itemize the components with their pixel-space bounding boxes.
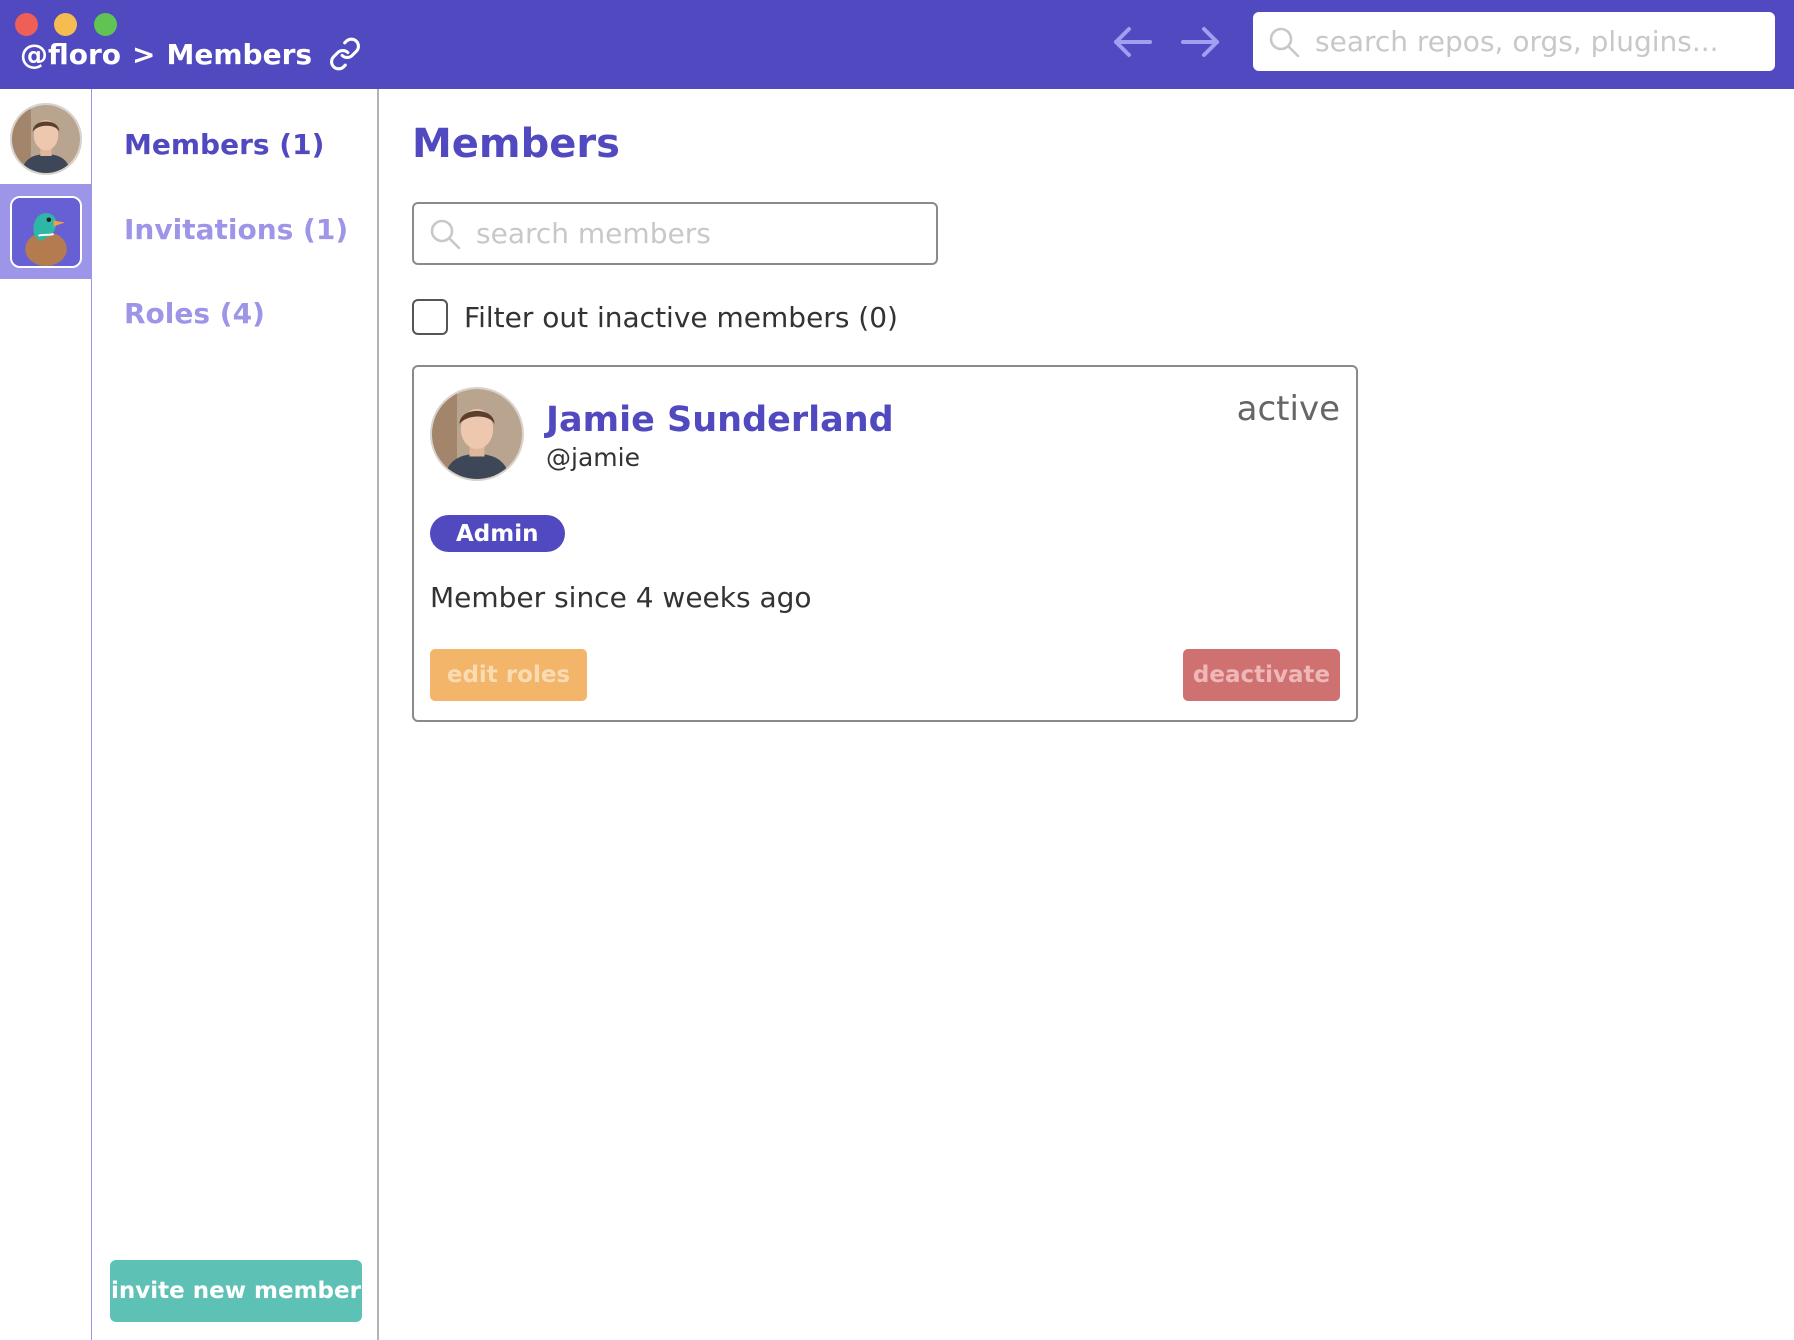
invite-new-member-button[interactable]: invite new member — [110, 1260, 362, 1322]
arrow-left-icon[interactable] — [1110, 19, 1156, 65]
window-minimize-button[interactable] — [54, 13, 77, 36]
subnav-item-invitations[interactable]: Invitations (1) — [124, 213, 348, 246]
member-name[interactable]: Jamie Sunderland — [546, 400, 894, 440]
filter-inactive-checkbox[interactable] — [412, 299, 448, 335]
page-title: Members — [412, 121, 620, 167]
subnav-item-roles[interactable]: Roles (4) — [124, 297, 265, 330]
deactivate-button[interactable]: deactivate — [1183, 649, 1340, 701]
filter-inactive-label[interactable]: Filter out inactive members (0) — [464, 301, 898, 334]
link-icon[interactable] — [328, 37, 362, 71]
edit-roles-button[interactable]: edit roles — [430, 649, 587, 701]
window-close-button[interactable] — [15, 13, 38, 36]
member-card: Jamie Sunderland @jamie active Admin Mem… — [412, 365, 1358, 722]
main-content: Members Filter out inactive members (0) … — [381, 89, 1794, 1340]
subnav-item-members[interactable]: Members (1) — [124, 128, 324, 161]
breadcrumb: @floro > Members — [20, 34, 362, 74]
role-badge: Admin — [430, 515, 565, 552]
global-search-box[interactable] — [1253, 12, 1775, 71]
title-bar: @floro > Members — [0, 0, 1794, 89]
arrow-right-icon[interactable] — [1177, 19, 1223, 65]
filter-inactive-row: Filter out inactive members (0) — [412, 297, 898, 337]
breadcrumb-separator: > — [132, 37, 156, 71]
member-handle: @jamie — [546, 443, 640, 472]
member-status: active — [1236, 389, 1340, 429]
org-rail — [0, 89, 92, 1340]
members-subnav: Members (1) Invitations (1) Roles (4) in… — [92, 89, 379, 1340]
window-maximize-button[interactable] — [94, 13, 117, 36]
avatar — [430, 387, 524, 481]
search-icon — [1267, 25, 1301, 59]
org-logo — [10, 195, 82, 268]
avatar — [10, 102, 82, 175]
breadcrumb-org[interactable]: @floro — [20, 38, 121, 71]
search-icon — [428, 217, 462, 251]
rail-user-avatar[interactable] — [0, 91, 92, 186]
member-search-input[interactable] — [476, 217, 926, 250]
global-search-input[interactable] — [1315, 25, 1755, 58]
breadcrumb-page: Members — [166, 37, 313, 71]
rail-org-floro[interactable] — [0, 184, 92, 279]
member-since-text: Member since 4 weeks ago — [430, 581, 812, 614]
member-search-box[interactable] — [412, 202, 938, 265]
